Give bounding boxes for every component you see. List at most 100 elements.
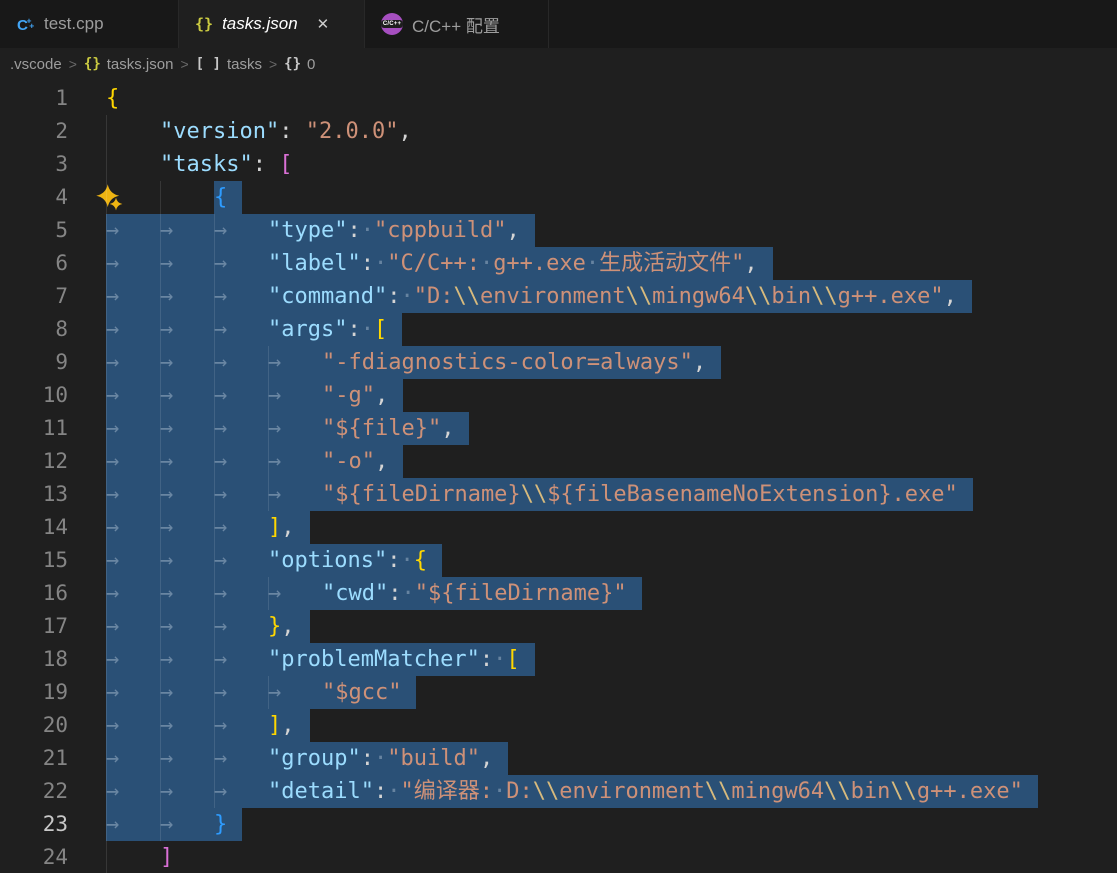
code-line[interactable]: 1{ [0,82,1117,115]
code-line[interactable]: 19 → → → → "$gcc" [0,676,1117,709]
line-number[interactable]: 9 [0,346,90,379]
line-number[interactable]: 10 [0,379,90,412]
line-content[interactable]: { [90,82,1117,115]
line-content[interactable]: → → → "args":·[ [90,313,1117,346]
selection-highlight: → → → → "-g", [106,379,404,412]
indent-guide: → [160,775,214,808]
tab-cpp-config[interactable]: C/C++ C/C++ 配置 [365,0,549,48]
line-content[interactable]: → → → "problemMatcher":·[ [90,643,1117,676]
code-line[interactable]: 22 → → → "detail":·"编译器:·D:\\environment\\mi… [0,775,1117,808]
code-line[interactable]: 16 → → → → "cwd":·"${fileDirname}" [0,577,1117,610]
code-line[interactable]: 6 → → → "label":·"C/C++:·g++.exe·生成活动文件", [0,247,1117,280]
line-content[interactable]: → → → "options":·{ [90,544,1117,577]
line-content[interactable]: → →} [90,808,1117,841]
code-line[interactable]: 12 → → → → "-o", [0,445,1117,478]
code-line[interactable]: 13 → → → → "${fileDirname}\\${fileBasenameNoE… [0,478,1117,511]
whitespace-dot: · [493,647,507,672]
breadcrumb-item-tasks[interactable]: [ ] tasks [196,56,262,73]
code-token: \\ [811,284,838,309]
whitespace-dot: · [401,581,415,606]
close-icon[interactable]: ✕ [317,17,330,32]
line-content[interactable]: → → → → "cwd":·"${fileDirname}" [90,577,1117,610]
line-content[interactable]: "version": "2.0.0", [90,115,1117,148]
code-editor[interactable]: 1{2 "version": "2.0.0", 3 "tasks": [4{5 → → → "… [0,80,1117,873]
code-line[interactable]: 9 → → → → "-fdiagnostics-color=always", [0,346,1117,379]
breadcrumb-item-0[interactable]: {} 0 [284,56,315,73]
line-content[interactable]: → → → → "-o", [90,445,1117,478]
line-content[interactable]: → → →], [90,511,1117,544]
line-number[interactable]: 7 [0,280,90,313]
code-line[interactable]: 17 → → →}, [0,610,1117,643]
line-number[interactable]: 4 [0,181,90,214]
line-content[interactable]: → → →], [90,709,1117,742]
code-line[interactable]: 24] [0,841,1117,873]
line-number[interactable]: 14 [0,511,90,544]
line-content[interactable]: → → → → "-fdiagnostics-color=always", [90,346,1117,379]
line-number[interactable]: 15 [0,544,90,577]
line-number[interactable]: 19 [0,676,90,709]
whitespace-dot: · [373,746,388,771]
line-number[interactable]: 24 [0,841,90,873]
line-number[interactable]: 18 [0,643,90,676]
code-line[interactable]: 3 "tasks": [ [0,148,1117,181]
line-content[interactable]: → → → "detail":·"编译器:·D:\\environment\\ming… [90,775,1117,808]
line-content[interactable]: "tasks": [ [90,148,1117,181]
line-content[interactable]: → → → → "$gcc" [90,676,1117,709]
code-line[interactable]: 18 → → → "problemMatcher":·[ [0,643,1117,676]
line-content[interactable]: ] [90,841,1117,873]
tab-tasks-json[interactable]: {} tasks.json ✕ [179,0,365,48]
indent-guide: → [160,808,214,841]
selection-highlight: → →} [106,808,243,841]
line-number[interactable]: 8 [0,313,90,346]
code-token: "label" [268,251,361,276]
code-line[interactable]: 8 → → → "args":·[ [0,313,1117,346]
line-number[interactable]: 20 [0,709,90,742]
code-line[interactable]: 20 → → →], [0,709,1117,742]
line-number[interactable]: 5 [0,214,90,247]
code-line[interactable]: 21 → → → "group":·"build", [0,742,1117,775]
code-line[interactable]: 2 "version": "2.0.0", [0,115,1117,148]
code-token: "command" [268,284,388,309]
code-line[interactable]: 7 → → → "command":·"D:\\environment\\mingw64… [0,280,1117,313]
line-number[interactable]: 11 [0,412,90,445]
code-line[interactable]: 14 → → →], [0,511,1117,544]
breadcrumb: .vscode > {} tasks.json > [ ] tasks > {}… [0,48,1117,80]
breadcrumb-item-vscode[interactable]: .vscode [10,56,62,73]
breadcrumb-item-tasks-json[interactable]: {} tasks.json [84,56,174,73]
line-number[interactable]: 2 [0,115,90,148]
line-content[interactable]: → → → → "-g", [90,379,1117,412]
line-content[interactable]: → → → "group":·"build", [90,742,1117,775]
line-content[interactable]: → → → "command":·"D:\\environment\\mingw64\… [90,280,1117,313]
selection-highlight: → → →], [106,511,310,544]
line-number[interactable]: 21 [0,742,90,775]
code-line[interactable]: 10 → → → → "-g", [0,379,1117,412]
line-number[interactable]: 16 [0,577,90,610]
line-content[interactable]: → → → "label":·"C/C++:·g++.exe·生成活动文件", [90,247,1117,280]
line-number[interactable]: 12 [0,445,90,478]
line-content[interactable]: → → → → "${file}", [90,412,1117,445]
code-token: "build" [387,746,480,771]
whitespace-dot: · [373,251,388,276]
code-token: , [398,119,412,144]
line-content[interactable]: { [90,181,1117,214]
line-content[interactable]: → → → → "${fileDirname}\\${fileBasenameNoExt… [90,478,1117,511]
code-token: { [413,548,427,573]
line-number[interactable]: 1 [0,82,90,115]
code-line[interactable]: 23 → →} [0,808,1117,841]
line-content[interactable]: → → → "type":·"cppbuild", [90,214,1117,247]
tab-test-cpp[interactable]: C + + test.cpp [0,0,179,48]
code-line[interactable]: 11 → → → → "${file}", [0,412,1117,445]
tab-bar: C + + test.cpp {} tasks.json ✕ C/C++ C/C… [0,0,1117,48]
code-token: \\ [453,284,480,309]
indent-guide: → [268,346,322,379]
line-number[interactable]: 17 [0,610,90,643]
line-number[interactable]: 13 [0,478,90,511]
line-number[interactable]: 6 [0,247,90,280]
code-line[interactable]: 15 → → → "options":·{ [0,544,1117,577]
line-number[interactable]: 22 [0,775,90,808]
code-line[interactable]: 4{ [0,181,1117,214]
code-line[interactable]: 5 → → → "type":·"cppbuild", [0,214,1117,247]
line-content[interactable]: → → →}, [90,610,1117,643]
line-number[interactable]: 23 [0,808,90,841]
line-number[interactable]: 3 [0,148,90,181]
